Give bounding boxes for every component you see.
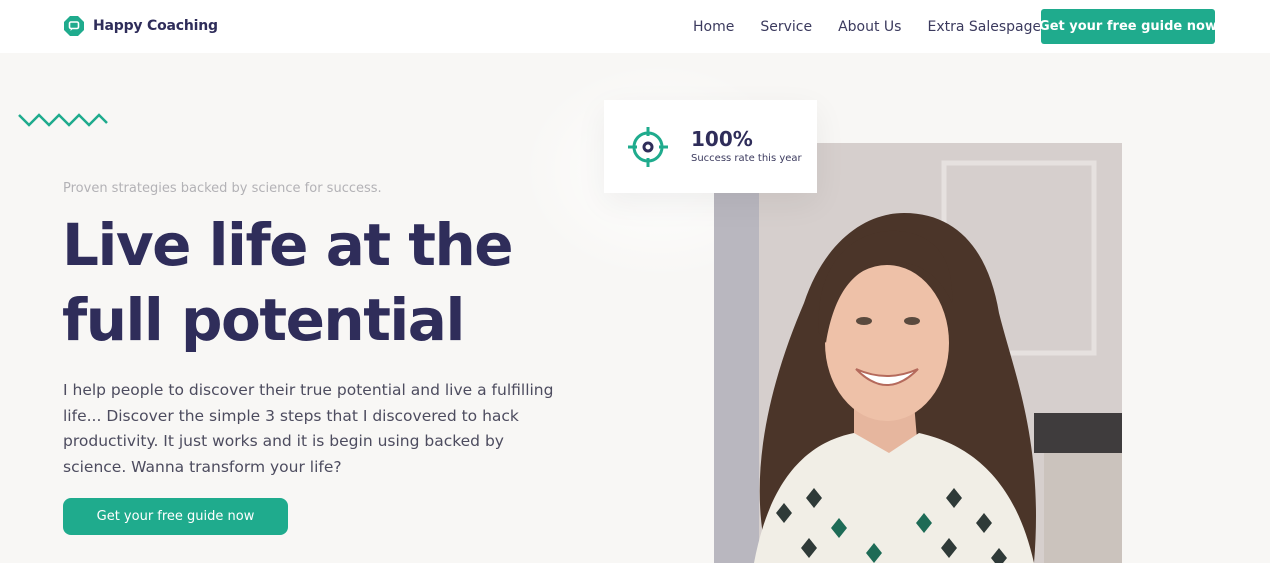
nav-extra-salespage[interactable]: Extra Salespage [927,19,1041,35]
zigzag-decoration-icon [18,113,108,127]
stat-label: Success rate this year [691,153,802,164]
hero-headline: Live life at the full potential [62,208,622,358]
nav-about-us[interactable]: About Us [838,19,901,35]
main-nav: Home Service About Us Extra Salespage [680,0,1054,53]
headline-line-2: full potential [62,286,465,354]
chat-bubble-icon [64,16,84,36]
nav-service[interactable]: Service [760,19,812,35]
target-icon [628,127,668,167]
hero-lead-text: I help people to discover their true pot… [63,381,554,476]
stat-card: 100% Success rate this year [604,100,817,193]
header-cta-button[interactable]: Get your free guide now [1039,9,1217,44]
site-header: Happy Coaching Home Service About Us Ext… [0,0,1270,53]
coach-portrait-photo [714,143,1122,563]
hero-eyebrow: Proven strategies backed by science for … [63,181,382,196]
headline-line-1: Live life at the [62,211,514,279]
hero-cta-button[interactable]: Get your free guide now [63,498,288,535]
nav-home[interactable]: Home [693,19,734,35]
stat-value: 100% [691,127,753,151]
brand-logo[interactable]: Happy Coaching [63,15,218,37]
brand-name: Happy Coaching [93,18,218,34]
